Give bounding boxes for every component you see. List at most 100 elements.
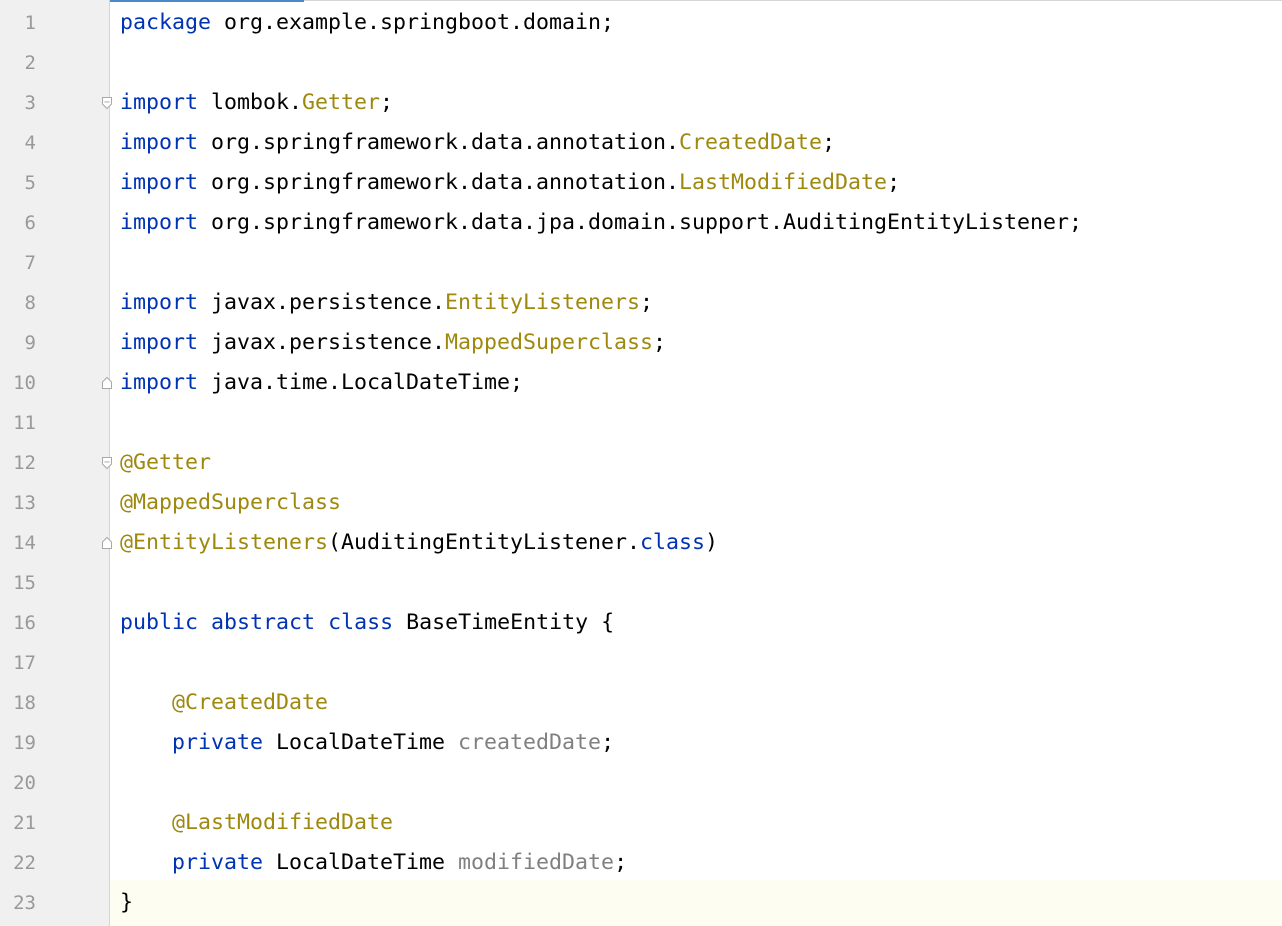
keyword-token: public <box>120 610 199 635</box>
code-text[interactable]: import org.springframework.data.jpa.doma… <box>120 203 1082 243</box>
code-text[interactable]: import org.springframework.data.annotati… <box>120 163 900 203</box>
code-line[interactable]: 23} <box>0 883 1282 923</box>
code-token: ) <box>705 530 719 555</box>
line-number[interactable]: 16 <box>0 603 36 643</box>
line-number[interactable]: 15 <box>0 563 36 603</box>
code-line[interactable]: 18 @CreatedDate <box>0 683 1282 723</box>
keyword-token: import <box>120 330 199 355</box>
code-line[interactable]: 3 import lombok.Getter; <box>0 83 1282 123</box>
line-number[interactable]: 21 <box>0 803 36 843</box>
code-token: (AuditingEntityListener. <box>328 530 641 555</box>
code-line[interactable]: 1 package org.example.springboot.domain; <box>0 3 1282 43</box>
line-number[interactable]: 18 <box>0 683 36 723</box>
code-line[interactable]: 16 public abstract class BaseTimeEntity { <box>0 603 1282 643</box>
code-line[interactable]: 11 <box>0 403 1282 443</box>
code-line[interactable]: 10 import java.time.LocalDateTime; <box>0 363 1282 403</box>
line-number[interactable]: 17 <box>0 643 36 683</box>
code-line[interactable]: 12 @Getter <box>0 443 1282 483</box>
fold-end-icon[interactable] <box>101 536 113 550</box>
line-number[interactable]: 20 <box>0 763 36 803</box>
line-number[interactable]: 9 <box>0 323 36 363</box>
code-token: ; <box>601 730 615 755</box>
keyword-token: private <box>172 730 264 755</box>
code-text[interactable]: @CreatedDate <box>120 683 328 723</box>
code-token: org.example.springboot.domain; <box>211 10 615 35</box>
code-line[interactable]: 9 import javax.persistence.MappedSupercla… <box>0 323 1282 363</box>
code-token: javax.persistence. <box>198 290 446 315</box>
code-text[interactable]: import javax.persistence.EntityListeners… <box>120 283 653 323</box>
code-line[interactable]: 5 import org.springframework.data.annotat… <box>0 163 1282 203</box>
code-text[interactable]: import org.springframework.data.annotati… <box>120 123 835 163</box>
line-number[interactable]: 3 <box>0 83 36 123</box>
code-token: ; <box>614 850 628 875</box>
code-text[interactable]: package org.example.springboot.domain; <box>120 3 614 43</box>
code-token: java.time.LocalDateTime; <box>198 370 524 395</box>
line-number[interactable]: 14 <box>0 523 36 563</box>
code-text[interactable]: @MappedSuperclass <box>120 483 341 523</box>
code-line[interactable]: 21 @LastModifiedDate <box>0 803 1282 843</box>
code-text[interactable]: import lombok.Getter; <box>120 83 393 123</box>
line-number[interactable]: 11 <box>0 403 36 443</box>
line-number[interactable]: 13 <box>0 483 36 523</box>
code-text[interactable]: @Getter <box>120 443 211 483</box>
line-number[interactable]: 10 <box>0 363 36 403</box>
code-editor[interactable]: 1 package org.example.springboot.domain; 2… <box>0 0 1282 926</box>
code-token: lombok. <box>198 90 303 115</box>
code-token: org.springframework.data.annotation. <box>198 130 680 155</box>
unused-field-token: modifiedDate <box>458 850 615 875</box>
line-number[interactable]: 7 <box>0 243 36 283</box>
code-line[interactable]: 4 import org.springframework.data.annotat… <box>0 123 1282 163</box>
line-number[interactable]: 19 <box>0 723 36 763</box>
code-line[interactable]: 20 <box>0 763 1282 803</box>
fold-collapse-icon[interactable] <box>101 96 113 110</box>
line-number[interactable]: 23 <box>0 883 36 923</box>
code-text[interactable]: import java.time.LocalDateTime; <box>120 363 523 403</box>
code-line[interactable]: 15 <box>0 563 1282 603</box>
code-text[interactable]: import javax.persistence.MappedSuperclas… <box>120 323 666 363</box>
keyword-token: abstract <box>211 610 316 635</box>
fold-end-icon[interactable] <box>101 376 113 390</box>
line-number[interactable]: 22 <box>0 843 36 883</box>
active-tab-indicator <box>110 0 304 2</box>
code-text[interactable]: } <box>120 883 133 923</box>
code-text[interactable]: private LocalDateTime createdDate; <box>120 723 614 763</box>
code-text[interactable]: private LocalDateTime modifiedDate; <box>120 843 627 883</box>
code-text[interactable]: public abstract class BaseTimeEntity { <box>120 603 614 643</box>
code-line[interactable]: 14 @EntityListeners(AuditingEntityListene… <box>0 523 1282 563</box>
line-number[interactable]: 5 <box>0 163 36 203</box>
code-line[interactable]: 13 @MappedSuperclass <box>0 483 1282 523</box>
line-number[interactable]: 2 <box>0 43 36 83</box>
line-number[interactable]: 4 <box>0 123 36 163</box>
code-line[interactable]: 17 <box>0 643 1282 683</box>
code-line[interactable]: 19 private LocalDateTime createdDate; <box>0 723 1282 763</box>
code-token: LocalDateTime <box>263 730 459 755</box>
fold-collapse-icon[interactable] <box>101 456 113 470</box>
line-number[interactable]: 6 <box>0 203 36 243</box>
code-token: org.springframework.data.jpa.domain.supp… <box>198 210 1083 235</box>
annotation-token: EntityListeners <box>445 290 641 315</box>
code-token: ; <box>822 130 836 155</box>
code-text[interactable]: @EntityListeners(AuditingEntityListener.… <box>120 523 718 563</box>
code-text[interactable]: @LastModifiedDate <box>120 803 393 843</box>
code-line[interactable]: 22 private LocalDateTime modifiedDate; <box>0 843 1282 883</box>
annotation-token: @Getter <box>120 450 212 475</box>
line-number[interactable]: 12 <box>0 443 36 483</box>
code-line[interactable]: 2 <box>0 43 1282 83</box>
keyword-token: private <box>172 850 264 875</box>
annotation-token: @CreatedDate <box>172 690 329 715</box>
code-line[interactable]: 6 import org.springframework.data.jpa.dom… <box>0 203 1282 243</box>
code-line[interactable]: 7 <box>0 243 1282 283</box>
code-line[interactable]: 8 import javax.persistence.EntityListener… <box>0 283 1282 323</box>
keyword-token: import <box>120 90 199 115</box>
tab-bar-border <box>304 0 1282 1</box>
code-token: ; <box>887 170 901 195</box>
keyword-token: import <box>120 210 199 235</box>
code-token: org.springframework.data.annotation. <box>198 170 680 195</box>
keyword-token: import <box>120 130 199 155</box>
line-number[interactable]: 8 <box>0 283 36 323</box>
line-number[interactable]: 1 <box>0 3 36 43</box>
code-token: ; <box>640 290 654 315</box>
